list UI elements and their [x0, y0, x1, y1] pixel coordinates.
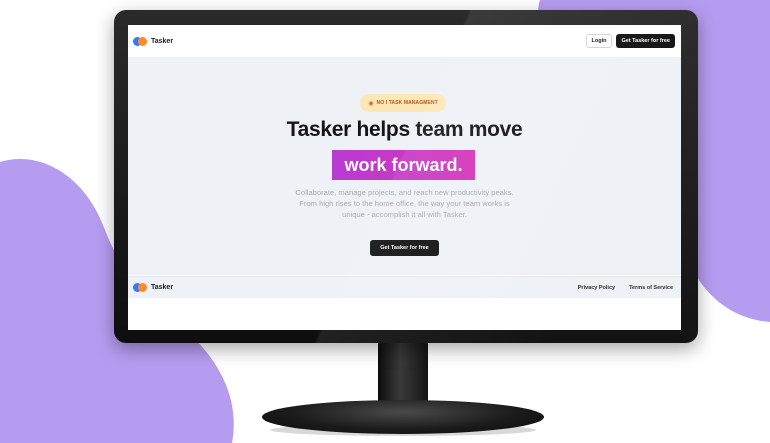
footer-brand[interactable]: Tasker	[133, 283, 173, 292]
tasker-logo-icon	[133, 283, 147, 292]
badge-award-icon: ◉	[368, 100, 374, 107]
hero-badge-text: NO I TASK MANAGMENT	[376, 100, 438, 106]
monitor-base	[262, 400, 544, 434]
hero-highlight: work forward.	[332, 150, 475, 180]
hero-description-line: unique - accomplish it all with Tasker.	[342, 210, 467, 219]
hero-description: Collaborate, manage projects, and reach …	[268, 187, 541, 220]
monitor-frame: Tasker Login Get Tasker for free ◉ NO I …	[114, 10, 698, 343]
site-footer: Tasker Privacy Policy Terms of Service	[128, 276, 681, 298]
hero-headline: Tasker helps team move	[286, 118, 523, 141]
hero-description-line: From high rises to the home office, the …	[299, 199, 510, 208]
site-navbar: Tasker Login Get Tasker for free	[128, 25, 681, 57]
nav-get-tasker-button[interactable]: Get Tasker for free	[616, 34, 675, 48]
hero-section: ◉ NO I TASK MANAGMENT Tasker helps team …	[128, 57, 681, 275]
monitor-screen: Tasker Login Get Tasker for free ◉ NO I …	[128, 25, 681, 330]
nav-actions: Login Get Tasker for free	[585, 34, 675, 48]
hero-badge: ◉ NO I TASK MANAGMENT	[360, 94, 446, 112]
hero-get-tasker-button[interactable]: Get Tasker for free	[370, 240, 439, 256]
page-bottom-area	[128, 298, 681, 330]
footer-brand-name: Tasker	[151, 284, 174, 291]
hero-description-line: Collaborate, manage projects, and reach …	[295, 188, 514, 197]
privacy-policy-link[interactable]: Privacy Policy	[578, 285, 615, 291]
brand-name: Tasker	[151, 37, 174, 45]
tasker-logo-icon	[133, 36, 147, 46]
brand[interactable]: Tasker	[133, 36, 174, 46]
login-button[interactable]: Login	[585, 34, 613, 48]
terms-of-service-link[interactable]: Terms of Service	[629, 285, 673, 291]
footer-links: Privacy Policy Terms of Service	[578, 285, 673, 291]
